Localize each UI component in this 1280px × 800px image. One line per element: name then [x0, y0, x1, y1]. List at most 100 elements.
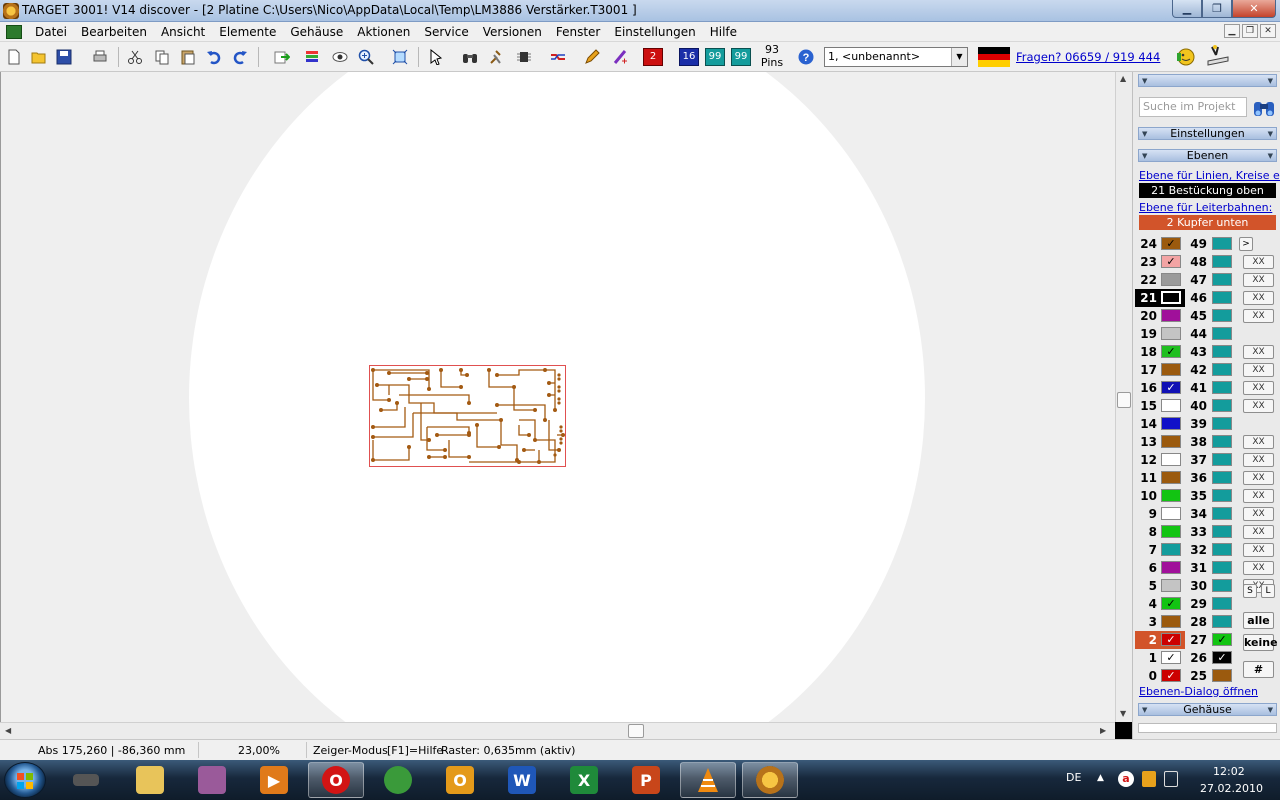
- layer-visibility-toggle[interactable]: [1212, 363, 1232, 376]
- layer-visibility-toggle[interactable]: [1212, 615, 1232, 628]
- layer-group-button[interactable]: XX: [1243, 291, 1274, 305]
- taskbar-vlc[interactable]: [680, 762, 736, 798]
- lines-layer-link[interactable]: Ebene für Linien, Kreise etc.:: [1139, 169, 1280, 182]
- project-search-input[interactable]: Suche im Projekt: [1139, 97, 1247, 117]
- layer-number[interactable]: 37: [1185, 453, 1207, 467]
- draw-button[interactable]: [582, 47, 602, 67]
- layer-number[interactable]: 42: [1185, 363, 1207, 377]
- paste-button[interactable]: [178, 47, 198, 67]
- clock-date[interactable]: 27.02.2010: [1200, 782, 1263, 795]
- taskbar-outlook[interactable]: O: [432, 762, 488, 798]
- layer-visibility-toggle[interactable]: [1212, 561, 1232, 574]
- layer-visibility-toggle[interactable]: ✓: [1161, 255, 1181, 268]
- flag-notification-icon[interactable]: [1164, 771, 1178, 787]
- layer-group-button[interactable]: XX: [1243, 363, 1274, 377]
- layer-visibility-toggle[interactable]: [1161, 561, 1181, 574]
- layer-number[interactable]: 0: [1135, 669, 1157, 683]
- layer-visibility-toggle[interactable]: [1161, 471, 1181, 484]
- horizontal-scroll-thumb[interactable]: [628, 724, 644, 738]
- layer-16-button[interactable]: 16: [679, 47, 699, 67]
- layer-visibility-toggle[interactable]: [1212, 381, 1232, 394]
- housing-section-header[interactable]: ▼ Gehäuse ▼: [1138, 703, 1277, 716]
- layer-number[interactable]: 43: [1185, 345, 1207, 359]
- menu-ansicht[interactable]: Ansicht: [154, 22, 212, 42]
- layer-group-button[interactable]: XX: [1243, 507, 1274, 521]
- layer-number[interactable]: 23: [1135, 255, 1157, 269]
- close-button[interactable]: ✕: [1232, 0, 1276, 18]
- layer-99a-button[interactable]: 99: [705, 47, 725, 67]
- layer-visibility-toggle[interactable]: [1212, 453, 1232, 466]
- lines-layer-selector[interactable]: 21 Bestückung oben: [1139, 183, 1276, 198]
- open-button[interactable]: [29, 47, 49, 67]
- import-button[interactable]: [272, 47, 292, 67]
- maximize-button[interactable]: ❐: [1202, 0, 1232, 18]
- document-icon[interactable]: [6, 24, 22, 39]
- smiley-icon[interactable]: [1176, 47, 1196, 67]
- layer-visibility-toggle[interactable]: [1161, 363, 1181, 376]
- taskbar-media[interactable]: ▶: [246, 762, 302, 798]
- layer-number[interactable]: 32: [1185, 543, 1207, 557]
- more-layers-button[interactable]: >: [1239, 237, 1253, 251]
- taskbar-opera[interactable]: O: [308, 762, 364, 798]
- layer-group-button[interactable]: XX: [1243, 381, 1274, 395]
- vertical-scroll-thumb[interactable]: [1117, 392, 1131, 408]
- layer-number[interactable]: 27: [1185, 633, 1207, 647]
- language-indicator[interactable]: DE: [1066, 771, 1081, 784]
- layer-number[interactable]: 11: [1135, 471, 1157, 485]
- layer-number[interactable]: 31: [1185, 561, 1207, 575]
- layer-group-button[interactable]: XX: [1243, 543, 1274, 557]
- layers-dialog-link[interactable]: Ebenen-Dialog öffnen: [1139, 685, 1258, 698]
- new-file-button[interactable]: [4, 47, 24, 67]
- no-layers-button[interactable]: keine: [1243, 634, 1278, 651]
- layer-number[interactable]: 8: [1135, 525, 1157, 539]
- layer-visibility-toggle[interactable]: [1212, 543, 1232, 556]
- layer-number[interactable]: 13: [1135, 435, 1157, 449]
- layer-number[interactable]: 35: [1185, 489, 1207, 503]
- layer-visibility-toggle[interactable]: ✓: [1161, 381, 1181, 394]
- menu-versionen[interactable]: Versionen: [476, 22, 549, 42]
- print-button[interactable]: [90, 47, 110, 67]
- tracks-layer-selector[interactable]: 2 Kupfer unten: [1139, 215, 1276, 230]
- tools-button[interactable]: [486, 47, 506, 67]
- menu-hilfe[interactable]: Hilfe: [703, 22, 744, 42]
- mdi-minimize-button[interactable]: ▁: [1224, 24, 1240, 38]
- layer-visibility-toggle[interactable]: [1161, 525, 1181, 538]
- layer-visibility-toggle[interactable]: [1212, 237, 1232, 250]
- layer-visibility-toggle[interactable]: [1161, 489, 1181, 502]
- layer-number[interactable]: 15: [1135, 399, 1157, 413]
- taskbar-target3001[interactable]: [742, 762, 798, 798]
- layer-visibility-toggle[interactable]: [1212, 273, 1232, 286]
- keyboard-icon[interactable]: [1206, 45, 1230, 67]
- hash-button[interactable]: #: [1243, 661, 1274, 678]
- layer-number[interactable]: 12: [1135, 453, 1157, 467]
- layer-visibility-toggle[interactable]: ✓: [1161, 633, 1181, 646]
- component-button[interactable]: [514, 47, 534, 67]
- layer-visibility-toggle[interactable]: [1212, 417, 1232, 430]
- layer-visibility-toggle[interactable]: [1161, 579, 1181, 592]
- layer-visibility-toggle[interactable]: [1212, 507, 1232, 520]
- layer-visibility-toggle[interactable]: [1161, 273, 1181, 286]
- menu-aktionen[interactable]: Aktionen: [350, 22, 417, 42]
- redo-button[interactable]: [230, 47, 250, 67]
- layer-number[interactable]: 9: [1135, 507, 1157, 521]
- layer-number[interactable]: 39: [1185, 417, 1207, 431]
- layer-visibility-toggle[interactable]: [1212, 597, 1232, 610]
- layer-group-button[interactable]: XX: [1243, 453, 1274, 467]
- scroll-right-icon[interactable]: ▶: [1100, 726, 1106, 735]
- layer-visibility-toggle[interactable]: ✓: [1212, 651, 1232, 664]
- layers-section-header[interactable]: ▼ Ebenen ▼: [1138, 149, 1277, 162]
- layer-visibility-toggle[interactable]: ✓: [1161, 669, 1181, 682]
- panel-collapse-bar[interactable]: ▼ ▼: [1138, 74, 1277, 87]
- layer-number[interactable]: 16: [1135, 381, 1157, 395]
- layer-number[interactable]: 33: [1185, 525, 1207, 539]
- layer-visibility-toggle[interactable]: ✓: [1161, 597, 1181, 610]
- pcb-board[interactable]: [369, 365, 566, 467]
- taskbar-word[interactable]: W: [494, 762, 550, 798]
- layer-visibility-toggle[interactable]: [1161, 615, 1181, 628]
- taskbar-save-app[interactable]: [184, 762, 240, 798]
- layer-visibility-toggle[interactable]: [1212, 345, 1232, 358]
- layer-number[interactable]: 36: [1185, 471, 1207, 485]
- layer-number[interactable]: 45: [1185, 309, 1207, 323]
- layer-number[interactable]: 28: [1185, 615, 1207, 629]
- undo-button[interactable]: [204, 47, 224, 67]
